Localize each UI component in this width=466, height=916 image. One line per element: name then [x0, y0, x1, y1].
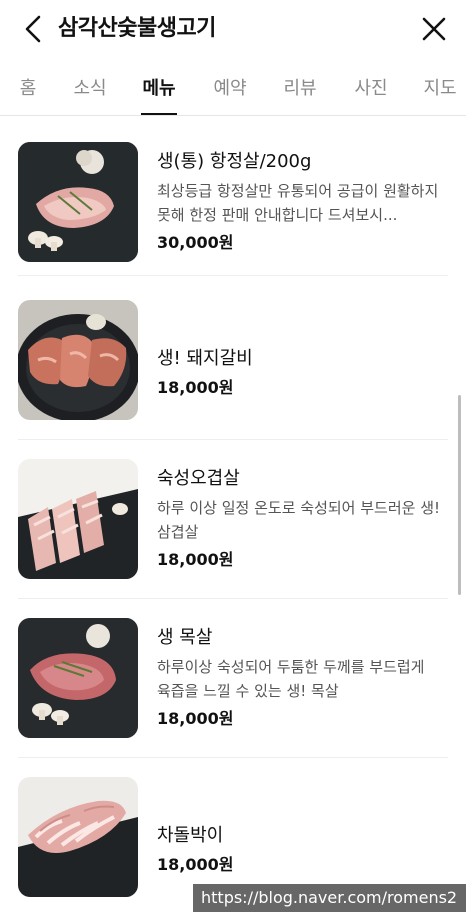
menu-item-photo [18, 300, 138, 420]
menu-item-photo [18, 142, 138, 262]
back-button[interactable] [18, 13, 48, 45]
close-icon [422, 17, 446, 41]
menu-item-price: 18,000원 [157, 550, 234, 569]
tab-home[interactable]: 홈 [10, 58, 46, 115]
menu-list: 생(통) 항정살/200g 최상등급 항정살만 유통되어 공급이 원활하지 못해… [0, 117, 466, 916]
menu-item-name: 생! 돼지갈비 [157, 348, 253, 369]
menu-item-name: 숙성오겹살 [157, 468, 240, 489]
divider [18, 275, 448, 276]
menu-item-price: 18,000원 [157, 709, 234, 728]
scrollbar[interactable] [458, 395, 461, 595]
menu-item-price: 18,000원 [157, 855, 234, 874]
menu-item-galbi[interactable]: 생! 돼지갈비 18,000원 [0, 281, 466, 440]
tab-menu[interactable]: 메뉴 [141, 58, 177, 115]
menu-item-price: 30,000원 [157, 233, 234, 252]
menu-item-price: 18,000원 [157, 378, 234, 397]
close-button[interactable] [418, 13, 450, 45]
tab-photos[interactable]: 사진 [351, 58, 391, 115]
menu-item-name: 생 목살 [157, 627, 213, 648]
menu-item-description: 하루 이상 일정 온도로 숙성되어 부드러운 생!삼겹살 [157, 499, 441, 541]
menu-item-name: 차돌박이 [157, 825, 224, 846]
menu-item-photo [18, 618, 138, 738]
menu-item-name: 생(통) 항정살/200g [157, 151, 312, 172]
top-bar: 삼각산숯불생고기 [0, 0, 466, 58]
tab-news[interactable]: 소식 [70, 58, 110, 115]
menu-item-photo [18, 777, 138, 897]
page-title: 삼각산숯불생고기 [58, 16, 216, 41]
chevron-left-icon [25, 15, 41, 43]
watermark: https://blog.naver.com/romens2 [193, 884, 466, 912]
menu-item-description: 최상등급 항정살만 유통되어 공급이 원활하지 못해 한정 판매 안내합니다 드… [157, 182, 439, 224]
tab-map[interactable]: 지도 [420, 58, 460, 115]
menu-item-moksal[interactable]: 생 목살 하루이상 숙성되어 두툼한 두께를 부드럽게 육즙을 느낄 수 있는 … [0, 599, 466, 758]
tab-reservation[interactable]: 예약 [210, 58, 250, 115]
menu-item-photo [18, 459, 138, 579]
menu-item-description: 하루이상 숙성되어 두툼한 두께를 부드럽게 육즙을 느낄 수 있는 생! 목살 [157, 658, 425, 700]
tab-reviews[interactable]: 리뷰 [280, 58, 320, 115]
menu-item-hangjeongsal[interactable]: 생(통) 항정살/200g 최상등급 항정살만 유통되어 공급이 원활하지 못해… [0, 117, 466, 276]
menu-item-ogyeopsal[interactable]: 숙성오겹살 하루 이상 일정 온도로 숙성되어 부드러운 생!삼겹살 18,00… [0, 440, 466, 599]
tab-bar: 홈 소식 메뉴 예약 리뷰 사진 지도 [0, 58, 466, 116]
